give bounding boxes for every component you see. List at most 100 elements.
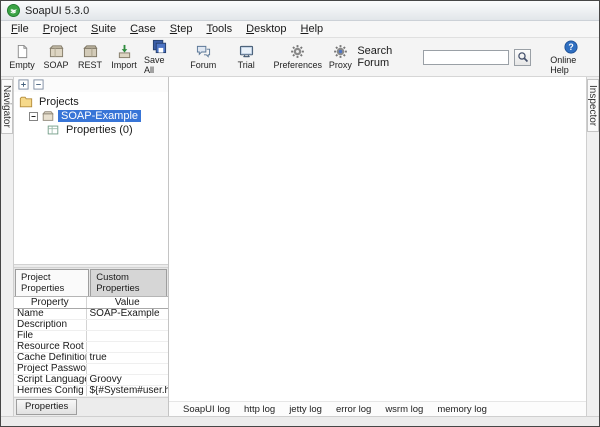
- property-row: Name SOAP-Example: [14, 308, 168, 320]
- properties-bottom-button[interactable]: Properties: [16, 399, 78, 415]
- menu-project[interactable]: Project: [36, 22, 84, 37]
- property-value-cell[interactable]: ${#System#user.ho...: [85, 385, 168, 397]
- forum-button[interactable]: Forum: [186, 43, 220, 71]
- property-name-cell: Script Language: [14, 374, 86, 386]
- property-name-cell: Project Password: [14, 363, 86, 375]
- properties-panel: Project Properties Custom Properties Pro…: [14, 267, 168, 416]
- forum-icon: [196, 44, 211, 59]
- property-name-cell: Hermes Config: [14, 385, 86, 397]
- svg-text:?: ?: [568, 42, 573, 52]
- navigator-tab[interactable]: Navigator: [1, 79, 13, 134]
- properties-bottom-bar: Properties: [14, 397, 168, 416]
- status-bar: [1, 416, 599, 426]
- toolbar-button-label: Import: [111, 60, 137, 70]
- preferences-button[interactable]: Preferences: [272, 43, 323, 71]
- workspace: SoapUI log http log jetty log error log …: [169, 77, 586, 416]
- menu-desktop[interactable]: Desktop: [239, 22, 293, 37]
- new-soap-project-button[interactable]: SOAP: [39, 43, 73, 71]
- properties-table-header-row: Property Value: [14, 296, 168, 309]
- tree-node-label: SOAP-Example: [58, 110, 142, 122]
- online-help-label: Online Help: [550, 54, 577, 75]
- property-row: Script Language Groovy: [14, 374, 168, 386]
- inspector-tab[interactable]: Inspector: [587, 79, 599, 133]
- tab-memory-log[interactable]: memory log: [431, 403, 493, 416]
- menu-file[interactable]: File: [4, 22, 36, 37]
- toolbar-button-label: Empty: [9, 60, 35, 70]
- log-tabs-bar: SoapUI log http log jetty log error log …: [169, 401, 586, 416]
- toolbar-button-label: SOAP: [43, 60, 69, 70]
- property-value-cell[interactable]: SOAP-Example: [85, 308, 168, 320]
- menu-step[interactable]: Step: [163, 22, 200, 37]
- import-project-button[interactable]: Import: [107, 43, 141, 71]
- property-row: Project Password: [14, 363, 168, 375]
- menu-suite[interactable]: Suite: [84, 22, 123, 37]
- tree-node-label: Projects: [39, 96, 79, 108]
- property-row: Hermes Config ${#System#user.ho...: [14, 385, 168, 397]
- menu-bar: File Project Suite Case Step Tools Deskt…: [1, 21, 599, 38]
- online-help-button[interactable]: ? Online Help: [550, 39, 591, 75]
- tree-node-soap-example[interactable]: SOAP-Example: [14, 109, 168, 123]
- property-row: Cache Definitions true: [14, 352, 168, 364]
- tab-project-properties[interactable]: Project Properties: [15, 268, 90, 296]
- property-name-cell: Description: [14, 319, 86, 331]
- tree-node-projects[interactable]: Projects: [14, 95, 168, 109]
- menu-case[interactable]: Case: [123, 22, 163, 37]
- property-row: Description: [14, 319, 168, 331]
- property-row: File: [14, 330, 168, 342]
- tab-jetty-log[interactable]: jetty log: [283, 403, 328, 416]
- property-value-cell[interactable]: true: [85, 352, 168, 364]
- proxy-button[interactable]: Proxy: [323, 43, 357, 71]
- tree-node-label: Properties (0): [66, 124, 133, 136]
- property-value-cell[interactable]: [85, 330, 168, 342]
- tab-wsrm-log[interactable]: wsrm log: [379, 403, 429, 416]
- property-value-cell[interactable]: Groovy: [85, 374, 168, 386]
- navigator-toolbar: [14, 77, 168, 92]
- toolbar-button-label: Proxy: [328, 60, 352, 70]
- toolbar-button-label: Save All: [144, 55, 165, 75]
- search-forum-input[interactable]: [422, 49, 509, 65]
- toolbar-button-label: Forum: [190, 60, 217, 70]
- properties-table-icon: [46, 123, 60, 137]
- save-all-icon: [152, 39, 167, 54]
- proxy-gear-icon: [333, 44, 348, 59]
- search-icon: [517, 51, 529, 63]
- property-value-cell[interactable]: [85, 319, 168, 331]
- toolbar-button-label: REST: [77, 60, 102, 70]
- collapse-handle-icon[interactable]: [29, 111, 38, 121]
- trial-icon: [239, 44, 254, 59]
- main-toolbar: Empty SOAP REST Import Save All Forum Tr…: [1, 38, 599, 77]
- project-icon: [41, 109, 55, 123]
- trial-button[interactable]: Trial: [229, 43, 263, 71]
- tab-http-log[interactable]: http log: [238, 403, 281, 416]
- folder-icon: [19, 95, 33, 109]
- tab-soapui-log[interactable]: SoapUI log: [177, 403, 236, 416]
- help-icon: ?: [564, 39, 578, 54]
- navigator-tab-strip: Navigator: [1, 77, 14, 416]
- property-value-cell[interactable]: [85, 363, 168, 375]
- expand-all-icon[interactable]: [17, 79, 30, 91]
- properties-table: Property Value Name SOAP-Example Descrip…: [14, 295, 168, 397]
- desktop-area: [169, 77, 586, 401]
- tree-node-properties[interactable]: Properties (0): [14, 123, 168, 137]
- empty-project-icon: [15, 44, 30, 59]
- new-rest-project-button[interactable]: REST: [73, 43, 107, 71]
- new-empty-project-button[interactable]: Empty: [5, 43, 39, 71]
- collapse-all-icon[interactable]: [32, 79, 45, 91]
- column-header-value: Value: [85, 296, 168, 309]
- window-title: SoapUI 5.3.0: [25, 4, 90, 17]
- property-value-cell[interactable]: [85, 341, 168, 353]
- main-area: Navigator Projects SOAP-Example Properti…: [1, 77, 599, 416]
- title-bar: SoapUI 5.3.0: [1, 1, 599, 21]
- menu-help[interactable]: Help: [294, 22, 331, 37]
- property-name-cell: Name: [14, 308, 86, 320]
- property-name-cell: Resource Root: [14, 341, 86, 353]
- soapui-logo-icon: [7, 4, 20, 17]
- search-forum-button[interactable]: [513, 48, 532, 66]
- tab-custom-properties[interactable]: Custom Properties: [90, 268, 167, 296]
- tab-error-log[interactable]: error log: [330, 403, 377, 416]
- properties-tab-bar: Project Properties Custom Properties: [14, 267, 168, 296]
- save-all-button[interactable]: Save All: [141, 38, 177, 76]
- menu-tools[interactable]: Tools: [199, 22, 239, 37]
- column-header-property: Property: [14, 296, 86, 309]
- toolbar-button-label: Trial: [237, 60, 255, 70]
